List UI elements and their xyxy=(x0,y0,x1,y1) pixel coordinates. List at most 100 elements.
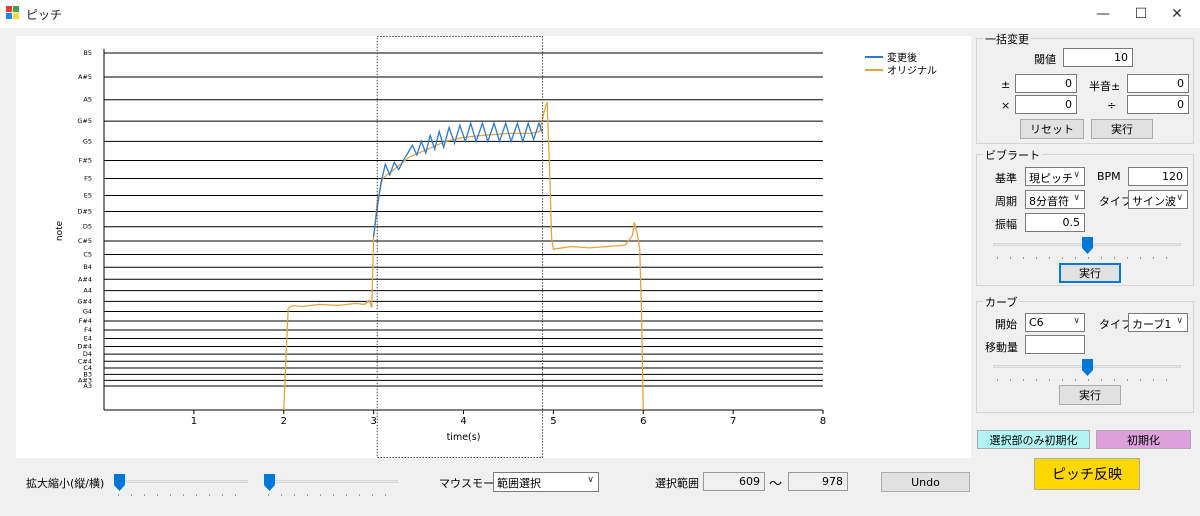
note-tick-label: B5 xyxy=(83,49,92,57)
note-tick-label: A#4 xyxy=(78,275,92,283)
note-tick-label: F#5 xyxy=(79,156,92,164)
curve-start-label: 開始 xyxy=(995,318,1017,331)
vibrato-amplitude-slider[interactable] xyxy=(993,237,1181,261)
threshold-input[interactable]: 10 xyxy=(1063,48,1133,67)
close-button[interactable]: ✕ xyxy=(1154,0,1200,28)
x-tick-label: 5 xyxy=(550,416,556,427)
bulk-change-group: 一括変更 閾値 10 ± 0 半音± 0 × 0 ÷ 0 リセット 実行 xyxy=(976,31,1194,144)
x-tick-label: 6 xyxy=(640,416,646,427)
semitone-label: 半音± xyxy=(1089,80,1121,93)
multiply-input[interactable]: 0 xyxy=(1015,95,1077,114)
curve-title: カーブ xyxy=(983,294,1020,310)
curve-type-value: カーブ1 xyxy=(1132,318,1172,331)
undo-button[interactable]: Undo xyxy=(881,472,970,492)
zoom-horizontal-slider[interactable] xyxy=(264,474,398,498)
range-tilde: 〜 xyxy=(769,477,783,492)
curve-start-value: C6 xyxy=(1029,316,1044,329)
note-tick-label: D5 xyxy=(83,223,92,231)
x-tick-label: 1 xyxy=(191,416,197,427)
vibrato-amplitude-input[interactable]: 0.5 xyxy=(1025,213,1085,232)
chevron-down-icon: ∨ xyxy=(1073,193,1080,203)
curve-move-slider[interactable] xyxy=(993,359,1181,383)
slider-thumb[interactable] xyxy=(1081,237,1093,254)
x-tick-label: 7 xyxy=(730,416,736,427)
slider-thumb[interactable] xyxy=(1081,359,1093,376)
note-tick-label: E4 xyxy=(84,335,92,343)
vibrato-period-value: 8分音符 xyxy=(1029,195,1069,208)
note-tick-label: G#4 xyxy=(77,297,92,305)
chevron-down-icon: ∨ xyxy=(1176,316,1183,326)
slider-ticks xyxy=(268,494,394,496)
vibrato-title: ビブラート xyxy=(983,147,1042,163)
vibrato-base-select[interactable]: 現ピッチ ∨ xyxy=(1025,167,1085,186)
x-axis-label: time(s) xyxy=(447,432,481,443)
plus-minus-label: ± xyxy=(1001,78,1011,91)
curve-group: カーブ 開始 C6 ∨ タイプ カーブ1 ∨ 移動量 実行 xyxy=(976,294,1194,413)
apply-pitch-button[interactable]: ピッチ反映 xyxy=(1034,458,1140,490)
curve-start-select[interactable]: C6 ∨ xyxy=(1025,313,1085,332)
slider-thumb[interactable] xyxy=(264,474,275,491)
vibrato-amplitude-label: 振幅 xyxy=(995,218,1017,231)
note-tick-label: B4 xyxy=(83,263,92,271)
slider-track xyxy=(264,480,398,483)
note-tick-label: C#4 xyxy=(78,357,92,365)
curve-type-select[interactable]: カーブ1 ∨ xyxy=(1128,313,1188,332)
chevron-down-icon: ∨ xyxy=(587,475,594,485)
semitone-input[interactable]: 0 xyxy=(1127,74,1189,93)
note-tick-label: A4 xyxy=(83,287,92,295)
slider-ticks xyxy=(118,494,244,496)
zoom-label: 拡大縮小(縦/横) xyxy=(26,477,105,490)
legend-label: オリジナル xyxy=(887,65,937,77)
selection-range-label: 選択範囲 xyxy=(655,477,699,490)
note-tick-label: E5 xyxy=(84,192,92,200)
pitch-chart-area[interactable]: A3 A#3 B3 C4 C#4 D4 D#4 E4 F4 F#4 G4 G#4 A4 A#4 B4 C5 C#… xyxy=(16,36,971,458)
slider-thumb[interactable] xyxy=(114,474,125,491)
note-tick-label: F#4 xyxy=(79,317,92,325)
bulk-reset-button[interactable]: リセット xyxy=(1020,119,1084,139)
chevron-down-icon: ∨ xyxy=(1176,193,1183,203)
curve-run-button[interactable]: 実行 xyxy=(1059,385,1121,405)
curve-move-input[interactable] xyxy=(1025,335,1085,354)
slider-track xyxy=(114,480,248,483)
chevron-down-icon: ∨ xyxy=(1073,170,1080,180)
x-tick-label: 3 xyxy=(370,416,376,427)
note-tick-label: C5 xyxy=(83,251,92,259)
chevron-down-icon: ∨ xyxy=(1073,316,1080,326)
zoom-vertical-slider[interactable] xyxy=(114,474,248,498)
init-selection-button[interactable]: 選択部のみ初期化 xyxy=(977,430,1090,449)
note-tick-label: F4 xyxy=(84,326,92,334)
note-tick-label: A5 xyxy=(83,96,92,104)
x-tick-label: 2 xyxy=(281,416,287,427)
slider-ticks xyxy=(997,379,1177,381)
init-all-button[interactable]: 初期化 xyxy=(1096,430,1191,449)
note-tick-label: D4 xyxy=(83,350,92,358)
note-tick-label: F5 xyxy=(84,175,92,183)
vibrato-period-select[interactable]: 8分音符 ∨ xyxy=(1025,190,1085,209)
bulk-change-title: 一括変更 xyxy=(983,31,1031,47)
selection-end-field[interactable]: 978 xyxy=(788,472,848,491)
note-tick-label: C#5 xyxy=(78,237,92,245)
vibrato-type-value: サイン波 xyxy=(1132,195,1176,208)
divide-label: ÷ xyxy=(1107,99,1117,112)
window-title: ピッチ xyxy=(26,8,63,22)
bulk-run-button[interactable]: 実行 xyxy=(1091,119,1153,139)
bpm-input[interactable]: 120 xyxy=(1128,167,1188,186)
divide-input[interactable]: 0 xyxy=(1127,95,1189,114)
vibrato-run-button[interactable]: 実行 xyxy=(1059,263,1121,283)
legend-label: 変更後 xyxy=(887,51,917,64)
plus-minus-input[interactable]: 0 xyxy=(1015,74,1077,93)
mouse-mode-select[interactable]: 範囲選択 ∨ xyxy=(493,472,599,492)
curve-move-label: 移動量 xyxy=(985,341,1018,354)
bpm-label: BPM xyxy=(1097,170,1121,183)
threshold-label: 閾値 xyxy=(1034,53,1056,66)
selection-start-field[interactable]: 609 xyxy=(703,472,765,491)
vibrato-type-select[interactable]: サイン波 ∨ xyxy=(1128,190,1188,209)
vibrato-group: ビブラート 基準 現ピッチ ∨ BPM 120 周期 8分音符 ∨ タイプ サイン波… xyxy=(976,147,1194,286)
note-tick-label: A#5 xyxy=(78,73,92,81)
vibrato-base-value: 現ピッチ xyxy=(1029,172,1073,185)
note-tick-label: D#5 xyxy=(77,208,92,216)
note-tick-label: D#4 xyxy=(77,343,92,351)
slider-ticks xyxy=(997,257,1177,259)
pitch-chart[interactable]: A3A#3B3C4C#4D4D#4E4F4F#4G4G#4A4A#4B4C5C#… xyxy=(16,36,971,458)
app-icon xyxy=(6,6,20,20)
